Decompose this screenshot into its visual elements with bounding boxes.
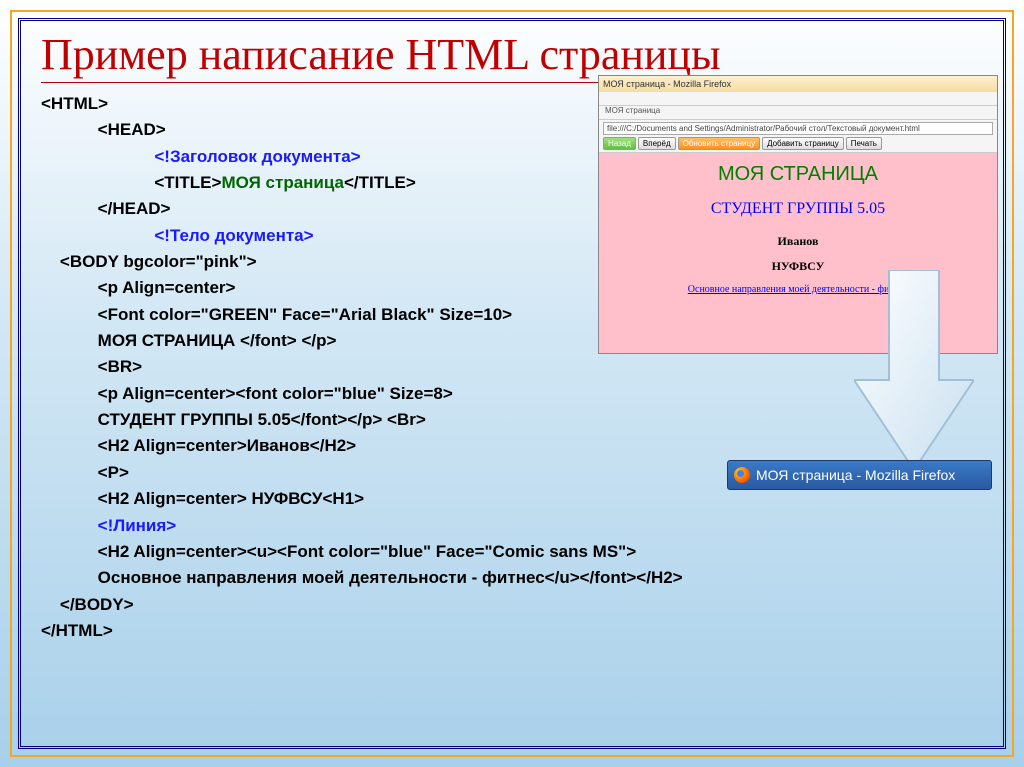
browser-tab-label: МОЯ страница (605, 106, 660, 115)
code-line: <p Align=center> (41, 278, 235, 297)
code-line: <P> (41, 463, 129, 482)
browser-titlebar: МОЯ страница - Mozilla Firefox (599, 76, 997, 92)
code-line: МОЯ СТРАНИЦА </font> </p> (41, 331, 336, 350)
code-comment: <!Линия> (41, 516, 176, 535)
code-comment: <!Заголовок документа> (41, 147, 361, 166)
code-comment: <!Тело документа> (41, 226, 314, 245)
code-line: <Font color="GREEN" Face="Arial Black" S… (41, 305, 512, 324)
code-line: СТУДЕНТ ГРУППЫ 5.05</font></p> <Br> (41, 410, 426, 429)
arrow-icon (854, 270, 974, 470)
toolbar-button: Обновить страницу (678, 137, 760, 150)
code-line: </HEAD> (41, 199, 170, 218)
code-line: <H2 Align=center> НУФВСУ<H1> (41, 489, 364, 508)
firefox-icon (734, 467, 750, 483)
browser-toolbar: file:///C:/Documents and Settings/Admini… (599, 120, 997, 153)
code-text: МОЯ страница (221, 173, 344, 192)
address-bar: file:///C:/Documents and Settings/Admini… (603, 122, 993, 135)
code-line: <H2 Align=center><u><Font color="blue" F… (41, 542, 636, 561)
code-line: <HEAD> (41, 120, 166, 139)
browser-tabbar: МОЯ страница (599, 106, 997, 120)
code-line: <p Align=center><font color="blue" Size=… (41, 384, 453, 403)
preview-heading: МОЯ СТРАНИЦА (599, 163, 997, 186)
preview-name: Иванов (599, 234, 997, 249)
code-line: Основное направления моей деятельности -… (41, 568, 683, 587)
toolbar-button: Назад (603, 137, 636, 150)
code-line: </BODY> (41, 595, 134, 614)
code-line: <H2 Align=center>Иванов</H2> (41, 436, 356, 455)
code-line: <BODY bgcolor="pink"> (41, 252, 257, 271)
preview-subheading: СТУДЕНТ ГРУППЫ 5.05 (599, 200, 997, 218)
toolbar-button: Добавить страницу (762, 137, 844, 150)
taskbar-item: МОЯ страница - Mozilla Firefox (727, 460, 992, 490)
browser-title-text: МОЯ страница - Mozilla Firefox (603, 79, 731, 89)
taskbar-label: МОЯ страница - Mozilla Firefox (756, 467, 955, 483)
code-line: </HTML> (41, 621, 113, 640)
code-line: </TITLE> (344, 173, 416, 192)
toolbar-button: Печать (846, 137, 882, 150)
code-line: <TITLE> (41, 173, 221, 192)
code-line: <HTML> (41, 94, 108, 113)
browser-menubar (599, 92, 997, 106)
toolbar-button: Вперёд (638, 137, 676, 150)
browser-buttons: Назад Вперёд Обновить страницу Добавить … (603, 137, 993, 150)
code-line: <BR> (41, 357, 142, 376)
